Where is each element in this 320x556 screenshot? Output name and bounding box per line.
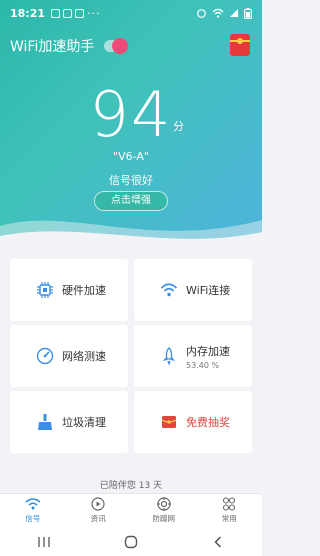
signal-icon <box>230 9 238 17</box>
image-icon <box>63 8 73 18</box>
red-envelope-icon <box>161 416 177 428</box>
chip-icon <box>37 282 53 298</box>
tab-news[interactable]: 资讯 <box>66 494 132 527</box>
grid-icon <box>223 497 236 511</box>
companion-days-count: 13 <box>138 481 151 491</box>
junk-clean-card[interactable]: 垃圾清理 <box>10 391 128 453</box>
battery-icon <box>244 7 252 19</box>
signal-score: 94 <box>89 78 173 151</box>
more-notifications-icon: ··· <box>87 6 101 20</box>
alarm-icon <box>197 9 206 18</box>
tab-common[interactable]: 常用 <box>197 494 263 527</box>
feature-label: 免费抽奖 <box>186 416 230 429</box>
status-time: 18:21 <box>10 6 46 20</box>
free-lottery-card[interactable]: 免费抽奖 <box>134 391 252 453</box>
gallery-icon <box>51 8 61 18</box>
system-nav-bar <box>0 527 262 556</box>
recents-icon <box>38 536 50 547</box>
app-title: WiFi加速助手 <box>10 39 95 55</box>
back-button[interactable] <box>208 535 228 549</box>
back-icon <box>214 535 222 548</box>
home-button[interactable] <box>121 535 141 549</box>
feature-label: WiFi连接 <box>186 284 231 297</box>
red-envelope-icon[interactable] <box>230 34 250 56</box>
feature-label: 垃圾清理 <box>62 416 106 429</box>
tab-label: 信号 <box>25 514 41 523</box>
network-ssid: "V6-A" <box>113 150 149 163</box>
target-icon <box>156 497 171 511</box>
boost-signal-button[interactable]: 点击增强 <box>94 191 168 211</box>
companion-text: 已陪伴您 <box>99 481 136 491</box>
feature-label: 硬件加速 <box>62 284 106 297</box>
memory-accel-card[interactable]: 内存加速 53.40 % <box>134 325 252 387</box>
wifi-icon <box>25 498 41 510</box>
broom-icon <box>38 414 52 430</box>
speedometer-icon <box>36 347 54 365</box>
recents-button[interactable] <box>34 535 54 549</box>
home-icon <box>124 535 138 548</box>
companion-unit: 天 <box>153 481 163 491</box>
score-display: 94 <box>0 78 262 151</box>
feature-label: 内存加速 <box>186 344 230 358</box>
bottom-tab-bar: 信号 资讯 防蹭网 常用 <box>0 493 262 527</box>
accelerate-toggle[interactable] <box>104 38 129 54</box>
memory-usage-value: 53.40 % <box>186 360 220 370</box>
signal-status: 信号很好 <box>109 174 153 187</box>
toggle-knob <box>112 38 129 54</box>
rocket-icon <box>162 347 176 365</box>
video-icon <box>75 8 85 18</box>
play-circle-icon <box>91 497 105 511</box>
status-bar: 18:21 ··· <box>0 0 262 26</box>
score-unit: 分 <box>173 120 184 133</box>
companion-days: 已陪伴您 13 天 <box>0 478 262 491</box>
hero-wave <box>0 220 262 250</box>
title-bar: WiFi加速助手 <box>10 36 129 56</box>
feature-label: 网络测速 <box>62 350 106 363</box>
speed-test-card[interactable]: 网络测速 <box>10 325 128 387</box>
hardware-accel-card[interactable]: 硬件加速 <box>10 259 128 321</box>
tab-signal[interactable]: 信号 <box>0 494 66 527</box>
wifi-icon <box>160 283 178 297</box>
tab-label: 常用 <box>221 514 237 523</box>
wifi-status-icon <box>212 8 224 18</box>
tab-label: 防蹭网 <box>152 514 176 523</box>
tab-anti-leech[interactable]: 防蹭网 <box>131 494 197 527</box>
tab-label: 资讯 <box>90 514 106 523</box>
wifi-connect-card[interactable]: WiFi连接 <box>134 259 252 321</box>
